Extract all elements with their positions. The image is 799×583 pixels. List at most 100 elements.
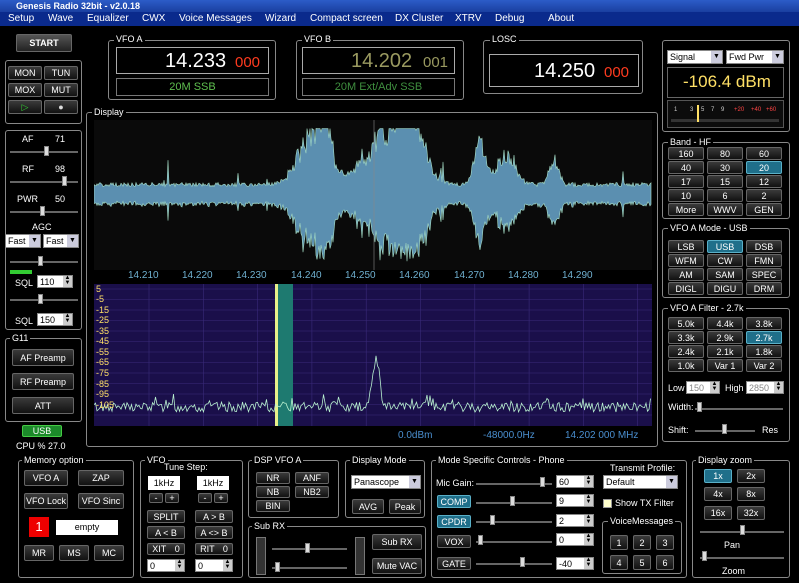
filter-button-var-2[interactable]: Var 2 (746, 359, 782, 372)
display-mode-select[interactable]: Panascope ▼ (351, 475, 421, 489)
band-button-40[interactable]: 40 (668, 161, 704, 174)
zap-button[interactable]: ZAP (78, 470, 124, 486)
anf-button[interactable]: ANF (295, 472, 329, 484)
band-button-15[interactable]: 15 (707, 175, 743, 188)
subrx-thumb-1[interactable] (305, 543, 310, 553)
tx-profile-select[interactable]: Default ▼ (603, 475, 678, 489)
zoom-32x-button[interactable]: 32x (737, 506, 765, 520)
band-button-20[interactable]: 20 (746, 161, 782, 174)
tun-button[interactable]: TUN (44, 66, 78, 80)
sql-spin-2[interactable]: 150 ▲ ▼ (37, 313, 73, 326)
gate-button[interactable]: GATE (437, 557, 471, 570)
af-thumb[interactable] (44, 146, 49, 156)
tune-step-1[interactable]: 1kHz (148, 476, 180, 490)
high-spin[interactable]: 2850 ▲ ▼ (746, 381, 784, 394)
show-tx-filter-checkbox[interactable] (603, 499, 612, 508)
band-button-30[interactable]: 30 (707, 161, 743, 174)
voice-msg-1-button[interactable]: 1 (610, 535, 628, 550)
zoom-8x-button[interactable]: 8x (737, 487, 765, 501)
vfo-a-memory-button[interactable]: VFO A (24, 470, 68, 486)
mon-button[interactable]: MON (8, 66, 42, 80)
zoom-2x-button[interactable]: 2x (737, 469, 765, 483)
cpdr-button[interactable]: CPDR (437, 515, 471, 528)
gate-spin[interactable]: -40 ▲ ▼ (556, 557, 594, 570)
mut-button[interactable]: MUT (44, 83, 78, 97)
att-button[interactable]: ATT (12, 397, 74, 414)
subrx-thumb-2[interactable] (275, 562, 280, 572)
filter-button-4.4k[interactable]: 4.4k (707, 317, 743, 330)
band-button-80[interactable]: 80 (707, 147, 743, 160)
mic-gain-thumb[interactable] (540, 477, 545, 487)
step1-minus-button[interactable]: - (149, 493, 163, 503)
mode-button-spec[interactable]: SPEC (746, 268, 782, 281)
agc-thumb[interactable] (38, 256, 43, 266)
shift-thumb[interactable] (722, 424, 727, 434)
mr-button[interactable]: MR (24, 545, 54, 561)
filter-button-1.8k[interactable]: 1.8k (746, 345, 782, 358)
comp-button[interactable]: COMP (437, 495, 471, 508)
losc-display[interactable]: 14.250 000 (489, 54, 639, 87)
meter-mode-select[interactable]: Signal ▼ (667, 50, 723, 64)
record-icon[interactable]: ● (44, 100, 78, 114)
rf-slider[interactable] (10, 181, 78, 183)
panadapter-display[interactable] (94, 120, 652, 270)
voice-msg-6-button[interactable]: 6 (656, 555, 674, 570)
zoom-1x-button[interactable]: 1x (704, 469, 732, 483)
voice-msg-5-button[interactable]: 5 (633, 555, 651, 570)
rf-thumb[interactable] (62, 176, 67, 186)
band-button-6[interactable]: 6 (707, 189, 743, 202)
mc-button[interactable]: MC (94, 545, 124, 561)
vox-thumb[interactable] (478, 535, 483, 545)
agc-select-2[interactable]: Fast ▼ (43, 234, 79, 248)
band-button-2[interactable]: 2 (746, 189, 782, 202)
cpdr-spin[interactable]: 2 ▲ ▼ (556, 514, 594, 527)
ms-button[interactable]: MS (59, 545, 89, 561)
band-button-gen[interactable]: GEN (746, 203, 782, 216)
filter-button-2.7k[interactable]: 2.7k (746, 331, 782, 344)
mode-button-am[interactable]: AM (668, 268, 704, 281)
subrx-slider-2[interactable] (272, 567, 347, 569)
a-to-b-button[interactable]: A > B (195, 510, 233, 523)
filter-button-3.3k[interactable]: 3.3k (668, 331, 704, 344)
agc-slider[interactable] (10, 261, 78, 263)
mode-button-usb[interactable]: USB (707, 240, 743, 253)
memory-channel[interactable]: 1 (29, 517, 49, 537)
menu-compact-screen[interactable]: Compact screen (310, 12, 383, 26)
rit-button[interactable]: RIT 0 (195, 543, 233, 555)
mode-button-drm[interactable]: DRM (746, 282, 782, 295)
af-preamp-button[interactable]: AF Preamp (12, 349, 74, 366)
spectrum-display[interactable] (94, 284, 652, 426)
avg-button[interactable]: AVG (352, 499, 384, 514)
xit-spin[interactable]: 0 ▲ ▼ (147, 559, 185, 572)
play-icon[interactable]: ▷ (8, 100, 42, 114)
agc-select-1[interactable]: Fast ▼ (5, 234, 41, 248)
mode-button-sam[interactable]: SAM (707, 268, 743, 281)
rf-preamp-button[interactable]: RF Preamp (12, 373, 74, 390)
gate-slider[interactable] (476, 563, 552, 565)
width-slider[interactable] (695, 408, 783, 410)
menu-xtrv[interactable]: XTRV (455, 12, 482, 26)
comp-thumb[interactable] (510, 496, 515, 506)
filter-button-2.9k[interactable]: 2.9k (707, 331, 743, 344)
peak-button[interactable]: Peak (389, 499, 421, 514)
sql-thumb[interactable] (38, 294, 43, 304)
menu-wave[interactable]: Wave (48, 12, 73, 26)
memory-name[interactable]: empty (56, 520, 118, 535)
menu-wizard[interactable]: Wizard (265, 12, 296, 26)
vfo-b-display[interactable]: 14.202 001 (302, 47, 455, 74)
cpdr-thumb[interactable] (490, 515, 495, 525)
band-button-17[interactable]: 17 (668, 175, 704, 188)
gate-thumb[interactable] (520, 557, 525, 567)
zoom-4x-button[interactable]: 4x (704, 487, 732, 501)
sql-spin-1[interactable]: 110 ▲ ▼ (37, 275, 73, 288)
xit-button[interactable]: XIT 0 (147, 543, 185, 555)
rit-spin[interactable]: 0 ▲ ▼ (195, 559, 233, 572)
a-swap-b-button[interactable]: A <> B (195, 526, 233, 539)
filter-button-var-1[interactable]: Var 1 (707, 359, 743, 372)
menu-dx-cluster[interactable]: DX Cluster (395, 12, 443, 26)
band-button-60[interactable]: 60 (746, 147, 782, 160)
vfo-lock-button[interactable]: VFO Lock (24, 493, 68, 509)
pan-thumb[interactable] (740, 525, 745, 535)
nb2-button[interactable]: NB2 (295, 486, 329, 498)
b-to-a-button[interactable]: A < B (147, 526, 185, 539)
